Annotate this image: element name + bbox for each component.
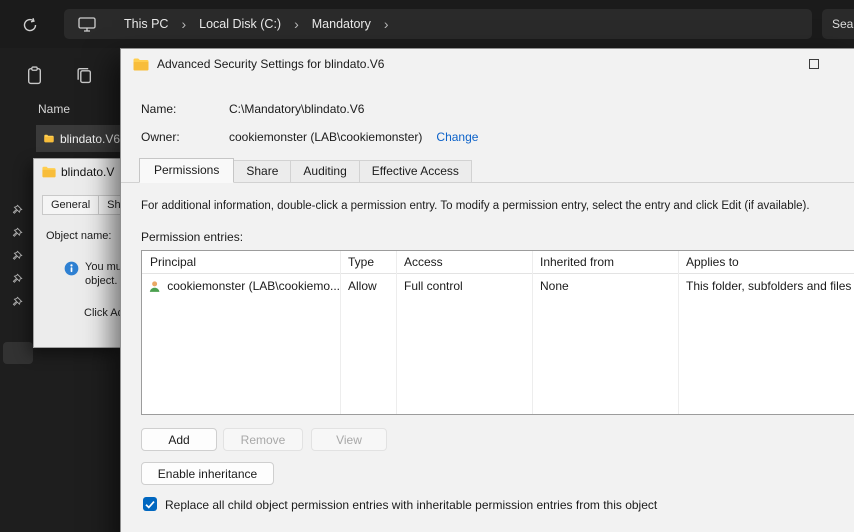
pinned-item[interactable]	[8, 248, 24, 264]
permission-entries-table: Principal Type Access Inherited from App…	[141, 250, 854, 415]
name-label: Name:	[141, 102, 177, 116]
explorer-topbar: This PC › Local Disk (C:) › Mandatory › …	[0, 0, 854, 48]
owner-label: Owner:	[141, 130, 180, 144]
permission-note-line1: You mus	[85, 261, 120, 273]
column-header-inherited-from[interactable]: Inherited from	[532, 251, 678, 273]
entry-applies-to: This folder, subfolders and files	[686, 279, 852, 293]
info-icon	[64, 261, 79, 281]
column-divider	[340, 251, 341, 414]
replace-permissions-checkbox[interactable]	[143, 497, 157, 511]
enable-inheritance-button[interactable]: Enable inheritance	[141, 462, 274, 485]
tab-share[interactable]: Share	[234, 160, 292, 183]
breadcrumb-mandatory[interactable]: Mandatory	[306, 17, 377, 31]
add-button[interactable]: Add	[141, 428, 217, 451]
folder-icon	[42, 166, 56, 178]
owner-row: Owner: cookiemonster (LAB\cookiemonster)…	[141, 130, 478, 144]
this-pc-icon	[78, 16, 96, 32]
name-column-header[interactable]: Name	[38, 102, 70, 116]
advanced-hint: Click Ad	[84, 307, 120, 319]
column-divider	[678, 251, 679, 414]
pinned-item[interactable]	[8, 225, 24, 241]
tab-general[interactable]: General	[42, 195, 100, 215]
column-divider	[532, 251, 533, 414]
clipboard-icon	[27, 65, 41, 84]
checkmark-icon	[145, 500, 155, 509]
dialog-title: Advanced Security Settings for blindato.…	[157, 57, 385, 71]
pin-icon	[12, 227, 23, 237]
entry-type: Allow	[348, 279, 377, 293]
name-row: Name: C:\Mandatory\blindato.V6	[141, 102, 364, 116]
pinned-item[interactable]	[8, 202, 24, 218]
dialog-titlebar[interactable]: Advanced Security Settings for blindato.…	[121, 49, 781, 79]
table-header: Principal Type Access Inherited from App…	[142, 251, 854, 274]
properties-title: blindato.V	[61, 165, 115, 179]
entry-access: Full control	[404, 279, 463, 293]
entry-principal: cookiemonster (LAB\cookiemo...	[167, 279, 340, 293]
change-owner-link[interactable]: Change	[436, 130, 478, 144]
dialog-description: For additional information, double-click…	[141, 200, 810, 212]
pin-icon	[12, 273, 23, 283]
properties-tabs: General Sha	[42, 195, 120, 215]
copy-icon	[76, 67, 91, 84]
column-header-principal[interactable]: Principal	[142, 251, 340, 273]
permission-note-line2: object.	[85, 275, 118, 287]
chevron-right-icon[interactable]: ›	[287, 16, 306, 32]
tab-permissions[interactable]: Permissions	[139, 158, 235, 183]
column-header-type[interactable]: Type	[340, 251, 396, 273]
breadcrumb-local-disk-c[interactable]: Local Disk (C:)	[193, 17, 287, 31]
permission-entry-row[interactable]: cookiemonster (LAB\cookiemo... Allow Ful…	[142, 274, 854, 298]
search-box[interactable]: Sea	[822, 9, 854, 39]
advanced-security-dialog: Advanced Security Settings for blindato.…	[120, 48, 854, 532]
properties-titlebar[interactable]: blindato.V	[34, 159, 120, 185]
permission-entries-label: Permission entries:	[141, 230, 244, 244]
tab-auditing[interactable]: Auditing	[291, 160, 360, 183]
column-header-applies-to[interactable]: Applies to	[678, 251, 854, 273]
tab-sharing[interactable]: Sha	[99, 195, 120, 215]
object-name-label: Object name:	[46, 230, 112, 242]
pin-icon	[12, 296, 23, 306]
chevron-right-icon[interactable]: ›	[174, 16, 193, 32]
refresh-button[interactable]	[18, 14, 42, 36]
column-header-access[interactable]: Access	[396, 251, 532, 273]
folder-icon	[133, 58, 149, 70]
user-icon	[149, 280, 160, 292]
maximize-icon	[809, 59, 819, 69]
refresh-icon	[23, 17, 37, 32]
copy-button[interactable]	[72, 64, 96, 86]
maximize-button[interactable]	[791, 49, 837, 79]
pinned-item[interactable]	[8, 294, 24, 310]
file-name: blindato.V6	[59, 131, 120, 146]
tab-effective-access[interactable]: Effective Access	[359, 160, 472, 183]
owner-value: cookiemonster (LAB\cookiemonster)	[229, 130, 423, 144]
remove-button[interactable]: Remove	[223, 428, 303, 451]
folder-icon	[44, 134, 54, 143]
column-divider	[396, 251, 397, 414]
breadcrumb-this-pc[interactable]: This PC	[118, 17, 174, 31]
explorer-window: This PC › Local Disk (C:) › Mandatory › …	[0, 0, 854, 532]
pinned-item[interactable]	[8, 271, 24, 287]
nav-selected-item[interactable]	[3, 342, 33, 364]
dialog-tabs: Permissions Share Auditing Effective Acc…	[139, 158, 472, 183]
address-bar[interactable]: This PC › Local Disk (C:) › Mandatory ›	[64, 9, 812, 39]
name-value: C:\Mandatory\blindato.V6	[229, 102, 365, 116]
paste-button[interactable]	[22, 64, 46, 86]
pin-icon	[12, 250, 23, 260]
replace-permissions-label: Replace all child object permission entr…	[165, 498, 658, 512]
chevron-right-icon[interactable]: ›	[377, 16, 396, 32]
pin-icon	[12, 204, 23, 214]
permission-note: You mus object.	[85, 260, 120, 288]
entry-inherited-from: None	[540, 279, 569, 293]
view-button[interactable]: View	[311, 428, 387, 451]
search-text: Sea	[832, 17, 854, 31]
properties-dialog-fragment: blindato.V General Sha Object name: You …	[33, 158, 120, 348]
file-row-selected[interactable]: blindato.V6	[36, 125, 120, 152]
